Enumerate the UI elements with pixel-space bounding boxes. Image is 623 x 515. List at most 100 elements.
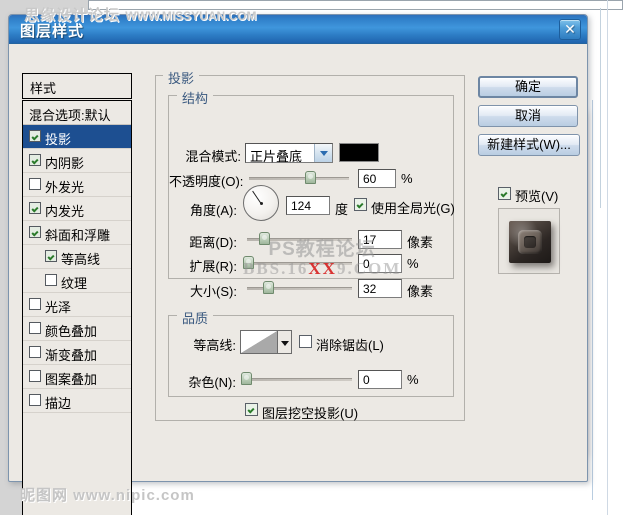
blending-options-label: 混合选项:默认 [29, 108, 111, 123]
global-light-label: 使用全局光(G) [371, 201, 455, 216]
opacity-input[interactable]: 60 [358, 169, 396, 188]
spread-slider-thumb[interactable] [243, 256, 254, 269]
sidebar-item-label: 投影 [45, 132, 72, 147]
blend-mode-select[interactable]: 正片叠底 [245, 143, 333, 164]
distance-label: 距离(D): [189, 235, 237, 250]
background-panel-right [600, 8, 623, 208]
sidebar-item-checkbox[interactable] [29, 346, 41, 358]
sidebar-item-6[interactable]: 纹理 [23, 269, 131, 293]
sidebar-item-checkbox[interactable] [29, 154, 41, 166]
sidebar-item-checkbox[interactable] [29, 394, 41, 406]
contour-dropdown-arrow[interactable] [278, 330, 292, 354]
contour-curve-icon [241, 331, 277, 353]
sidebar-item-label: 斜面和浮雕 [45, 228, 111, 243]
sidebar-item-label: 图案叠加 [45, 372, 98, 387]
background-white-bottom [88, 497, 623, 515]
size-slider[interactable] [247, 281, 352, 295]
sidebar-item-checkbox[interactable] [29, 370, 41, 382]
sidebar-item-8[interactable]: 颜色叠加 [23, 317, 131, 341]
sidebar-item-checkbox[interactable] [45, 250, 57, 262]
size-input[interactable]: 32 [358, 279, 402, 298]
global-light-checkbox[interactable] [354, 198, 367, 211]
sidebar-item-label: 外发光 [45, 180, 85, 195]
preview-label: 预览(V) [515, 189, 559, 204]
antialias-checkbox[interactable] [299, 335, 312, 348]
blend-mode-label: 混合模式: [185, 149, 241, 164]
distance-slider-thumb[interactable] [259, 232, 270, 245]
antialias-label: 消除锯齿(L) [316, 338, 384, 353]
drop-shadow-group-title: 投影 [163, 68, 200, 87]
preview-frame [498, 208, 560, 274]
styles-panel-header: 样式 [22, 73, 132, 99]
background-document-line [592, 100, 593, 500]
sidebar-item-10[interactable]: 图案叠加 [23, 365, 131, 389]
contour-preview[interactable] [240, 330, 278, 354]
sidebar-item-4[interactable]: 斜面和浮雕 [23, 221, 131, 245]
dialog-titlebar: 图层样式 ✕ [9, 15, 587, 44]
opacity-slider[interactable] [249, 171, 349, 185]
preview-thumbnail-core [524, 236, 536, 248]
distance-unit: 像素 [407, 235, 434, 250]
ok-button[interactable]: 确定 [478, 76, 578, 98]
preview-thumbnail [509, 221, 551, 263]
sidebar-item-checkbox[interactable] [29, 178, 41, 190]
angle-input[interactable]: 124 [286, 196, 330, 215]
styles-panel-title: 样式 [30, 81, 57, 96]
structure-group-title: 结构 [177, 88, 214, 107]
dialog-title: 图层样式 [20, 23, 85, 40]
distance-slider[interactable] [247, 232, 352, 246]
knockout-label: 图层挖空投影(U) [262, 406, 359, 421]
blend-mode-value: 正片叠底 [250, 149, 303, 164]
screen-root: 图层样式 ✕ 样式 混合选项:默认 投影内阴影外发光内发光斜面和浮雕等高线纹理光… [0, 0, 623, 515]
opacity-slider-thumb[interactable] [305, 171, 316, 184]
sidebar-item-label: 颜色叠加 [45, 324, 98, 339]
sidebar-item-checkbox[interactable] [29, 202, 41, 214]
sidebar-item-11[interactable]: 描边 [23, 389, 131, 413]
noise-slider-thumb[interactable] [241, 372, 252, 385]
spread-unit: % [407, 256, 419, 271]
sidebar-item-7[interactable]: 光泽 [23, 293, 131, 317]
opacity-slider-track [249, 177, 349, 180]
sidebar-item-5[interactable]: 等高线 [23, 245, 131, 269]
shadow-color-swatch[interactable] [339, 143, 379, 162]
sidebar-item-label: 内发光 [45, 204, 85, 219]
sidebar-item-blending-options[interactable]: 混合选项:默认 [23, 101, 131, 125]
close-icon: ✕ [564, 21, 576, 37]
sidebar-item-checkbox[interactable] [29, 298, 41, 310]
sidebar-item-checkbox[interactable] [45, 274, 57, 286]
angle-unit: 度 [335, 202, 349, 217]
styles-list[interactable]: 混合选项:默认 投影内阴影外发光内发光斜面和浮雕等高线纹理光泽颜色叠加渐变叠加图… [22, 100, 132, 515]
preview-checkbox[interactable] [498, 187, 511, 200]
cancel-button[interactable]: 取消 [478, 105, 578, 127]
close-button[interactable]: ✕ [559, 19, 581, 40]
sidebar-item-checkbox[interactable] [29, 226, 41, 238]
size-unit: 像素 [407, 284, 434, 299]
distance-input[interactable]: 17 [358, 230, 402, 249]
dialog-body: 样式 混合选项:默认 投影内阴影外发光内发光斜面和浮雕等高线纹理光泽颜色叠加渐变… [9, 43, 587, 515]
sidebar-item-2[interactable]: 外发光 [23, 173, 131, 197]
sidebar-item-9[interactable]: 渐变叠加 [23, 341, 131, 365]
sidebar-item-3[interactable]: 内发光 [23, 197, 131, 221]
size-slider-thumb[interactable] [263, 281, 274, 294]
angle-label: 角度(A): [190, 203, 237, 218]
sidebar-item-1[interactable]: 内阴影 [23, 149, 131, 173]
sidebar-item-checkbox[interactable] [29, 130, 41, 142]
sidebar-item-checkbox[interactable] [29, 322, 41, 334]
noise-label: 杂色(N): [188, 375, 236, 390]
angle-dial[interactable] [243, 185, 279, 221]
sidebar-item-label: 等高线 [61, 252, 101, 267]
spread-slider-track [243, 262, 352, 265]
new-style-button[interactable]: 新建样式(W)... [478, 134, 580, 156]
background-white-box [88, 0, 623, 10]
sidebar-item-0[interactable]: 投影 [23, 125, 131, 149]
angle-dial-hub [259, 201, 263, 205]
sidebar-item-label: 内阴影 [45, 156, 85, 171]
noise-slider[interactable] [241, 372, 352, 386]
knockout-checkbox[interactable] [245, 403, 258, 416]
spread-slider[interactable] [243, 256, 352, 270]
sidebar-item-label: 光泽 [45, 300, 72, 315]
spread-input[interactable]: 0 [358, 254, 402, 273]
quality-group-title: 品质 [177, 308, 214, 327]
noise-input[interactable]: 0 [358, 370, 402, 389]
opacity-unit: % [401, 171, 413, 186]
